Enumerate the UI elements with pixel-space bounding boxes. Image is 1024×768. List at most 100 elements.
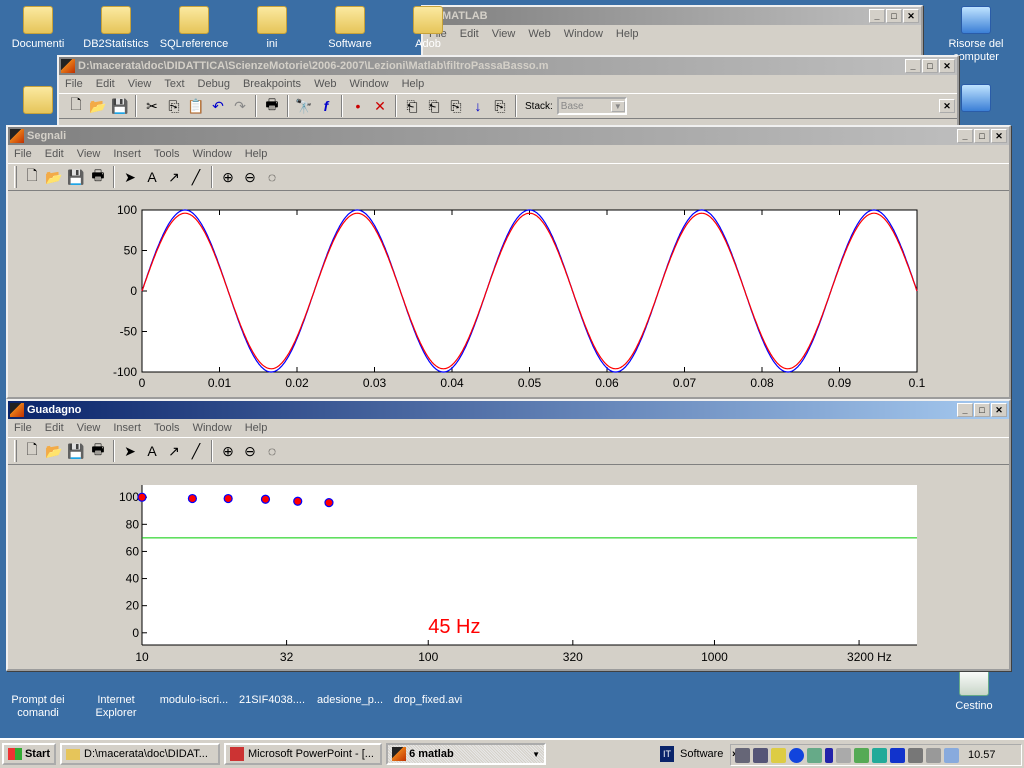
desktop-icon[interactable]: 21SIF4038....: [234, 694, 310, 707]
menu-insert[interactable]: Insert: [113, 422, 141, 434]
step-in-icon[interactable]: ⎗: [423, 95, 445, 117]
select-arrow-icon[interactable]: ➤: [119, 166, 141, 188]
menu-window[interactable]: Window: [349, 78, 388, 90]
network-disconnected-icon[interactable]: [753, 747, 768, 763]
desktop-icon[interactable]: adesione_p...: [312, 694, 388, 707]
menu-help[interactable]: Help: [616, 28, 639, 40]
rotate-icon[interactable]: ◌: [261, 166, 283, 188]
monitor-icon[interactable]: [908, 747, 923, 763]
save-icon[interactable]: 💾: [109, 95, 131, 117]
battery-icon[interactable]: [825, 747, 833, 763]
close-button[interactable]: ✕: [991, 403, 1007, 417]
maximize-button[interactable]: □: [886, 9, 902, 23]
menu-debug[interactable]: Debug: [198, 78, 230, 90]
desktop-icon-recycle-bin[interactable]: Cestino: [936, 668, 1012, 713]
menu-help[interactable]: Help: [402, 78, 425, 90]
function-icon[interactable]: f: [315, 95, 337, 117]
maximize-button[interactable]: □: [974, 403, 990, 417]
step-out-icon[interactable]: ⎘: [445, 95, 467, 117]
paste-icon[interactable]: 📋: [185, 95, 207, 117]
desktop-icon[interactable]: Software: [312, 6, 388, 51]
figure-window-guadagno[interactable]: Guadagno _ □ ✕ File Edit View Insert Tools Wind…: [6, 399, 1011, 671]
desktop-icon[interactable]: SQLreference: [156, 6, 232, 51]
desktop-icon[interactable]: modulo-iscri...: [156, 694, 232, 707]
menu-tools[interactable]: Tools: [154, 148, 180, 160]
menu-web[interactable]: Web: [314, 78, 336, 90]
rotate-icon[interactable]: ◌: [261, 440, 283, 462]
desktop-icon[interactable]: ini: [234, 6, 310, 51]
undo-icon[interactable]: ↶: [207, 95, 229, 117]
desktop-icon[interactable]: Internet Explorer: [78, 694, 154, 720]
software-toolbar[interactable]: Software: [680, 748, 723, 760]
messenger-icon[interactable]: [789, 747, 804, 763]
network-disconnected-icon[interactable]: [735, 747, 750, 763]
menu-view[interactable]: View: [492, 28, 516, 40]
desktop-icon[interactable]: drop_fixed.avi: [390, 694, 466, 707]
maximize-button[interactable]: □: [974, 129, 990, 143]
taskbar-button-explorer[interactable]: D:\macerata\doc\DIDAT...: [60, 743, 220, 765]
menu-file[interactable]: File: [14, 148, 32, 160]
open-icon[interactable]: 📂: [43, 166, 65, 188]
find-icon[interactable]: 🔭: [293, 95, 315, 117]
maximize-button[interactable]: □: [922, 59, 938, 73]
menu-view[interactable]: View: [77, 422, 101, 434]
stack-select[interactable]: Base ▼: [556, 97, 627, 115]
minimize-button[interactable]: _: [869, 9, 885, 23]
arrow-icon[interactable]: ↗: [163, 166, 185, 188]
new-file-icon[interactable]: 🗋: [21, 440, 43, 462]
save-icon[interactable]: 💾: [65, 166, 87, 188]
desktop-icon[interactable]: Prompt dei comandi: [0, 694, 76, 720]
menu-view[interactable]: View: [128, 78, 152, 90]
print-icon[interactable]: 🖶: [87, 166, 109, 188]
print-icon[interactable]: 🖶: [261, 95, 283, 117]
close-button[interactable]: ✕: [939, 59, 955, 73]
exit-debug-icon[interactable]: ⎘: [489, 95, 511, 117]
satellite-icon[interactable]: [854, 747, 869, 763]
zoom-out-icon[interactable]: ⊖: [239, 440, 261, 462]
menu-file[interactable]: File: [14, 422, 32, 434]
copy-icon[interactable]: ⎘: [163, 95, 185, 117]
close-document-button[interactable]: ✕: [939, 99, 955, 113]
menu-text[interactable]: Text: [164, 78, 184, 90]
menu-edit[interactable]: Edit: [45, 148, 64, 160]
clear-breakpoints-icon[interactable]: ✕: [369, 95, 391, 117]
tool-icon[interactable]: [836, 747, 851, 763]
sync-icon[interactable]: [872, 747, 887, 763]
menu-insert[interactable]: Insert: [113, 148, 141, 160]
redo-icon[interactable]: ↷: [229, 95, 251, 117]
cut-icon[interactable]: ✂: [141, 95, 163, 117]
minimize-button[interactable]: _: [957, 403, 973, 417]
step-icon[interactable]: ⎗: [401, 95, 423, 117]
taskbar-button-matlab-group[interactable]: 6 matlab ▼: [386, 743, 546, 765]
menu-window[interactable]: Window: [193, 148, 232, 160]
desktop-icon[interactable]: DB2Statistics: [78, 6, 154, 51]
arrow-icon[interactable]: ↗: [163, 440, 185, 462]
continue-icon[interactable]: ↓: [467, 95, 489, 117]
text-icon[interactable]: A: [141, 440, 163, 462]
new-file-icon[interactable]: 🗋: [21, 166, 43, 188]
set-breakpoint-icon[interactable]: •: [347, 95, 369, 117]
menu-breakpoints[interactable]: Breakpoints: [243, 78, 301, 90]
menu-window[interactable]: Window: [193, 422, 232, 434]
close-button[interactable]: ✕: [991, 129, 1007, 143]
print-icon[interactable]: 🖶: [87, 440, 109, 462]
it-icon[interactable]: IT: [660, 746, 674, 762]
menu-help[interactable]: Help: [245, 422, 268, 434]
menu-file[interactable]: File: [65, 78, 83, 90]
media-player-icon[interactable]: [890, 747, 905, 763]
menu-edit[interactable]: Edit: [96, 78, 115, 90]
menu-window[interactable]: Window: [564, 28, 603, 40]
close-button[interactable]: ✕: [903, 9, 919, 23]
figure-window-segnali[interactable]: Segnali _ □ ✕ File Edit View Insert Tools Windo…: [6, 125, 1011, 399]
open-icon[interactable]: 📂: [43, 440, 65, 462]
clock[interactable]: 10.57: [968, 749, 996, 761]
line-icon[interactable]: ╱: [185, 166, 207, 188]
users-icon[interactable]: [807, 747, 822, 763]
zoom-out-icon[interactable]: ⊖: [239, 166, 261, 188]
menu-tools[interactable]: Tools: [154, 422, 180, 434]
zoom-in-icon[interactable]: ⊕: [217, 166, 239, 188]
text-icon[interactable]: A: [141, 166, 163, 188]
desktop-icon[interactable]: Adob: [390, 6, 466, 51]
select-arrow-icon[interactable]: ➤: [119, 440, 141, 462]
menu-edit[interactable]: Edit: [45, 422, 64, 434]
